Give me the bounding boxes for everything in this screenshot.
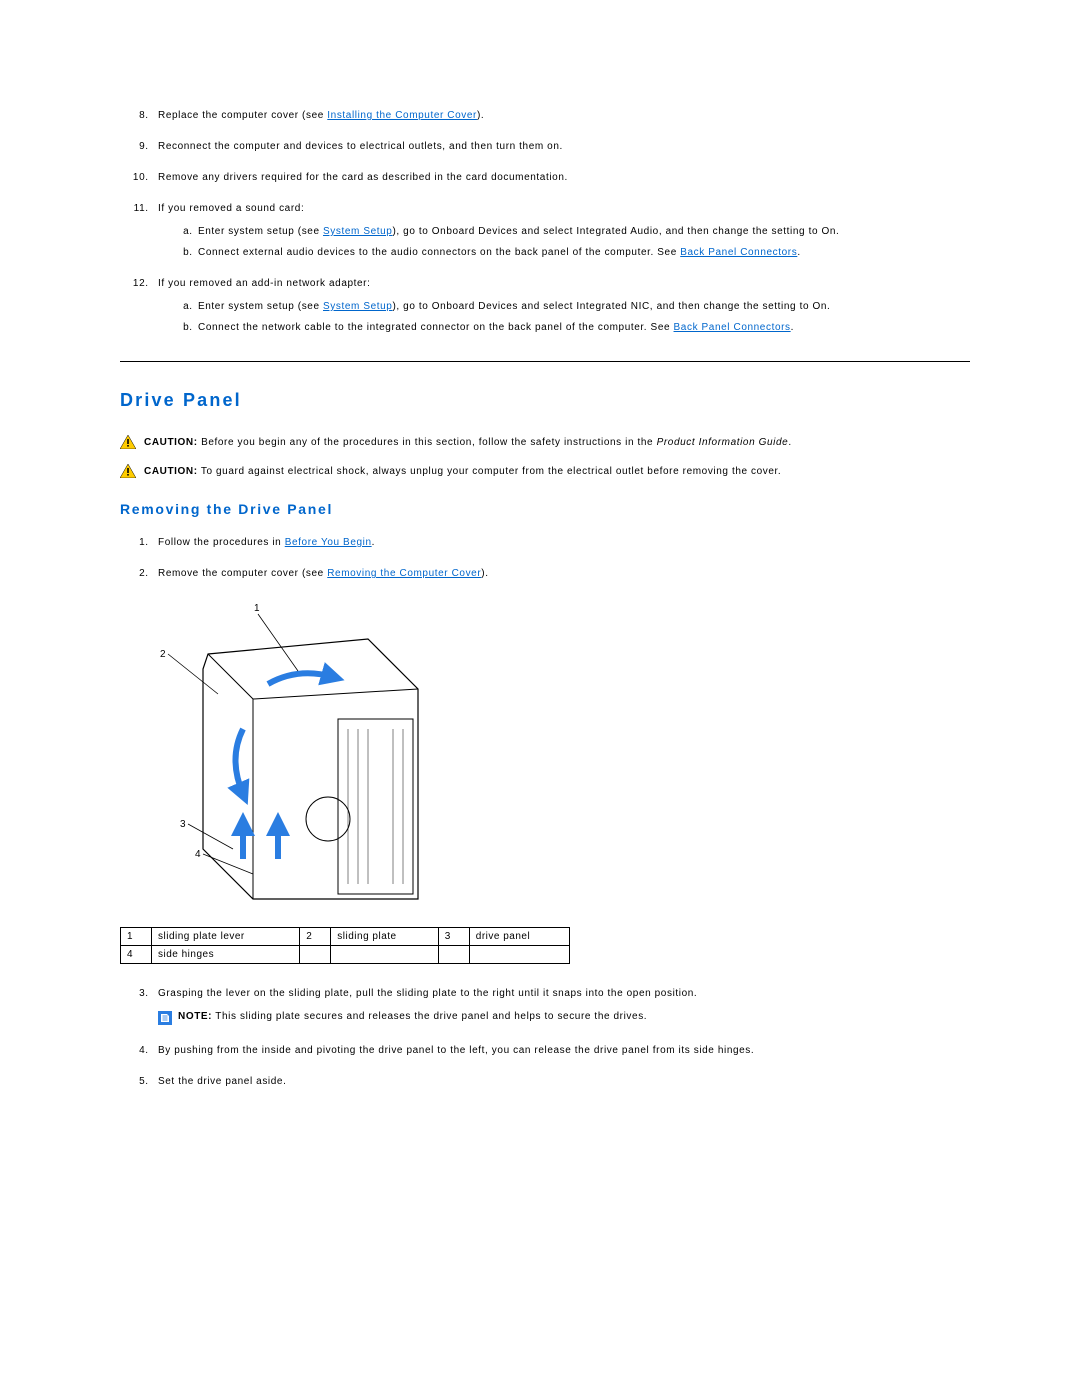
legend-num: 3 <box>438 928 469 946</box>
legend-num <box>300 946 331 964</box>
diagram: 1 2 3 4 <box>148 599 970 909</box>
legend-label: drive panel <box>469 928 569 946</box>
table-row: 4 side hinges <box>121 946 570 964</box>
caution-text: CAUTION: To guard against electrical sho… <box>144 464 781 479</box>
page: Replace the computer cover (see Installi… <box>0 0 1080 1187</box>
svg-text:2: 2 <box>160 649 166 660</box>
svg-text:3: 3 <box>180 819 186 830</box>
substep-text-suffix: . <box>797 247 800 258</box>
step-item: Grasping the lever on the sliding plate,… <box>152 988 970 1025</box>
step-text: Remove the computer cover (see <box>158 568 327 579</box>
step-item: If you removed an add-in network adapter… <box>152 278 970 333</box>
step-item: Replace the computer cover (see Installi… <box>152 110 970 121</box>
legend-label: sliding plate lever <box>152 928 300 946</box>
svg-text:4: 4 <box>195 849 201 860</box>
section-heading: Drive Panel <box>120 390 970 411</box>
link-system-setup[interactable]: System Setup <box>323 301 392 312</box>
step-item: If you removed a sound card: Enter syste… <box>152 203 970 258</box>
step-item: Reconnect the computer and devices to el… <box>152 141 970 152</box>
link-back-panel-connectors[interactable]: Back Panel Connectors <box>680 247 797 258</box>
substep-text-suffix: ), go to Onboard Devices and select Inte… <box>392 301 830 312</box>
substep-text: Connect external audio devices to the au… <box>198 247 680 258</box>
step-text: If you removed a sound card: <box>158 203 304 214</box>
note-notice: NOTE: This sliding plate secures and rel… <box>158 1011 970 1025</box>
substep-text: Enter system setup (see <box>198 301 323 312</box>
step-text: Grasping the lever on the sliding plate,… <box>158 988 697 999</box>
caution-icon <box>120 435 136 449</box>
substep-item: Connect external audio devices to the au… <box>196 247 970 258</box>
step-item: Remove any drivers required for the card… <box>152 172 970 183</box>
caution-body-post: . <box>788 437 791 448</box>
step-text: Reconnect the computer and devices to el… <box>158 141 563 152</box>
step-list-removing-b: Grasping the lever on the sliding plate,… <box>120 988 970 1087</box>
table-row: 1 sliding plate lever 2 sliding plate 3 … <box>121 928 570 946</box>
step-item: Remove the computer cover (see Removing … <box>152 568 970 579</box>
legend-num: 4 <box>121 946 152 964</box>
svg-text:1: 1 <box>254 603 260 614</box>
legend-label <box>469 946 569 964</box>
link-before-you-begin[interactable]: Before You Begin <box>285 537 372 548</box>
drive-panel-illustration: 1 2 3 4 <box>148 599 448 909</box>
section-divider <box>120 361 970 362</box>
substep-text: Enter system setup (see <box>198 226 323 237</box>
step-text-suffix: ). <box>481 568 488 579</box>
substep-list: Enter system setup (see System Setup), g… <box>158 301 970 333</box>
caution-label: CAUTION: <box>144 437 198 448</box>
note-text: NOTE: This sliding plate secures and rel… <box>178 1011 647 1022</box>
legend-table: 1 sliding plate lever 2 sliding plate 3 … <box>120 927 570 964</box>
caution-body: Before you begin any of the procedures i… <box>198 437 657 448</box>
note-icon <box>158 1011 172 1025</box>
step-text: Follow the procedures in <box>158 537 285 548</box>
note-body: This sliding plate secures and releases … <box>212 1011 647 1022</box>
caution-em: Product Information Guide <box>657 437 789 448</box>
note-label: NOTE: <box>178 1011 212 1022</box>
substep-text-suffix: . <box>791 322 794 333</box>
step-text: If you removed an add-in network adapter… <box>158 278 371 289</box>
legend-num <box>438 946 469 964</box>
substep-item: Enter system setup (see System Setup), g… <box>196 226 970 237</box>
step-text: By pushing from the inside and pivoting … <box>158 1045 754 1056</box>
substep-item: Connect the network cable to the integra… <box>196 322 970 333</box>
step-text: Remove any drivers required for the card… <box>158 172 568 183</box>
legend-label <box>331 946 438 964</box>
legend-label: sliding plate <box>331 928 438 946</box>
subsection-heading: Removing the Drive Panel <box>120 501 970 517</box>
step-text-suffix: ). <box>477 110 484 121</box>
caution-body: To guard against electrical shock, alway… <box>198 466 782 477</box>
link-removing-cover[interactable]: Removing the Computer Cover <box>327 568 481 579</box>
substep-text: Connect the network cable to the integra… <box>198 322 674 333</box>
link-installing-cover[interactable]: Installing the Computer Cover <box>327 110 477 121</box>
step-list-top: Replace the computer cover (see Installi… <box>120 110 970 333</box>
caution-icon <box>120 464 136 478</box>
legend-num: 1 <box>121 928 152 946</box>
link-system-setup[interactable]: System Setup <box>323 226 392 237</box>
legend-num: 2 <box>300 928 331 946</box>
caution-label: CAUTION: <box>144 466 198 477</box>
link-back-panel-connectors[interactable]: Back Panel Connectors <box>674 322 791 333</box>
substep-item: Enter system setup (see System Setup), g… <box>196 301 970 312</box>
substep-list: Enter system setup (see System Setup), g… <box>158 226 970 258</box>
step-item: Set the drive panel aside. <box>152 1076 970 1087</box>
caution-notice: CAUTION: To guard against electrical sho… <box>120 464 970 479</box>
substep-text-suffix: ), go to Onboard Devices and select Inte… <box>392 226 839 237</box>
caution-notice: CAUTION: Before you begin any of the pro… <box>120 435 970 450</box>
step-text: Replace the computer cover (see <box>158 110 327 121</box>
step-text: Set the drive panel aside. <box>158 1076 286 1087</box>
step-text-suffix: . <box>372 537 375 548</box>
step-item: By pushing from the inside and pivoting … <box>152 1045 970 1056</box>
caution-text: CAUTION: Before you begin any of the pro… <box>144 435 792 450</box>
legend-label: side hinges <box>152 946 300 964</box>
step-list-removing-a: Follow the procedures in Before You Begi… <box>120 537 970 579</box>
step-item: Follow the procedures in Before You Begi… <box>152 537 970 548</box>
